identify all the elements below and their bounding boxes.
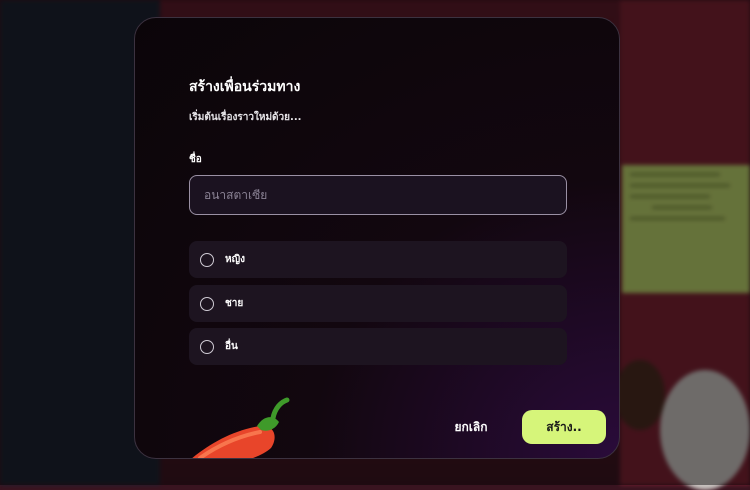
gender-option-label: ชาย <box>225 298 244 309</box>
name-field-label: ชื่อ <box>189 154 202 165</box>
gender-option-label: อื่น <box>225 341 238 352</box>
cancel-button[interactable]: ยกเลิก <box>440 411 502 443</box>
dialog-title: สร้างเพื่อนร่วมทาง <box>189 79 301 95</box>
gender-option-male[interactable]: ชาย <box>189 285 567 322</box>
create-button[interactable]: สร้าง.. <box>522 410 606 444</box>
create-companion-dialog: สร้างเพื่อนร่วมทาง เริ่มต้นเรื่องราวใหม่… <box>134 17 620 459</box>
gender-option-other[interactable]: อื่น <box>189 328 567 365</box>
gender-option-label: หญิง <box>225 254 245 265</box>
name-input[interactable] <box>189 175 567 215</box>
radio-icon[interactable] <box>200 252 214 267</box>
dialog-subtitle: เริ่มต้นเรื่องราวใหม่ด้วย... <box>189 112 302 123</box>
radio-icon[interactable] <box>200 339 214 354</box>
gender-option-female[interactable]: หญิง <box>189 241 567 278</box>
radio-icon[interactable] <box>200 296 214 311</box>
chili-pepper-icon <box>192 397 290 458</box>
